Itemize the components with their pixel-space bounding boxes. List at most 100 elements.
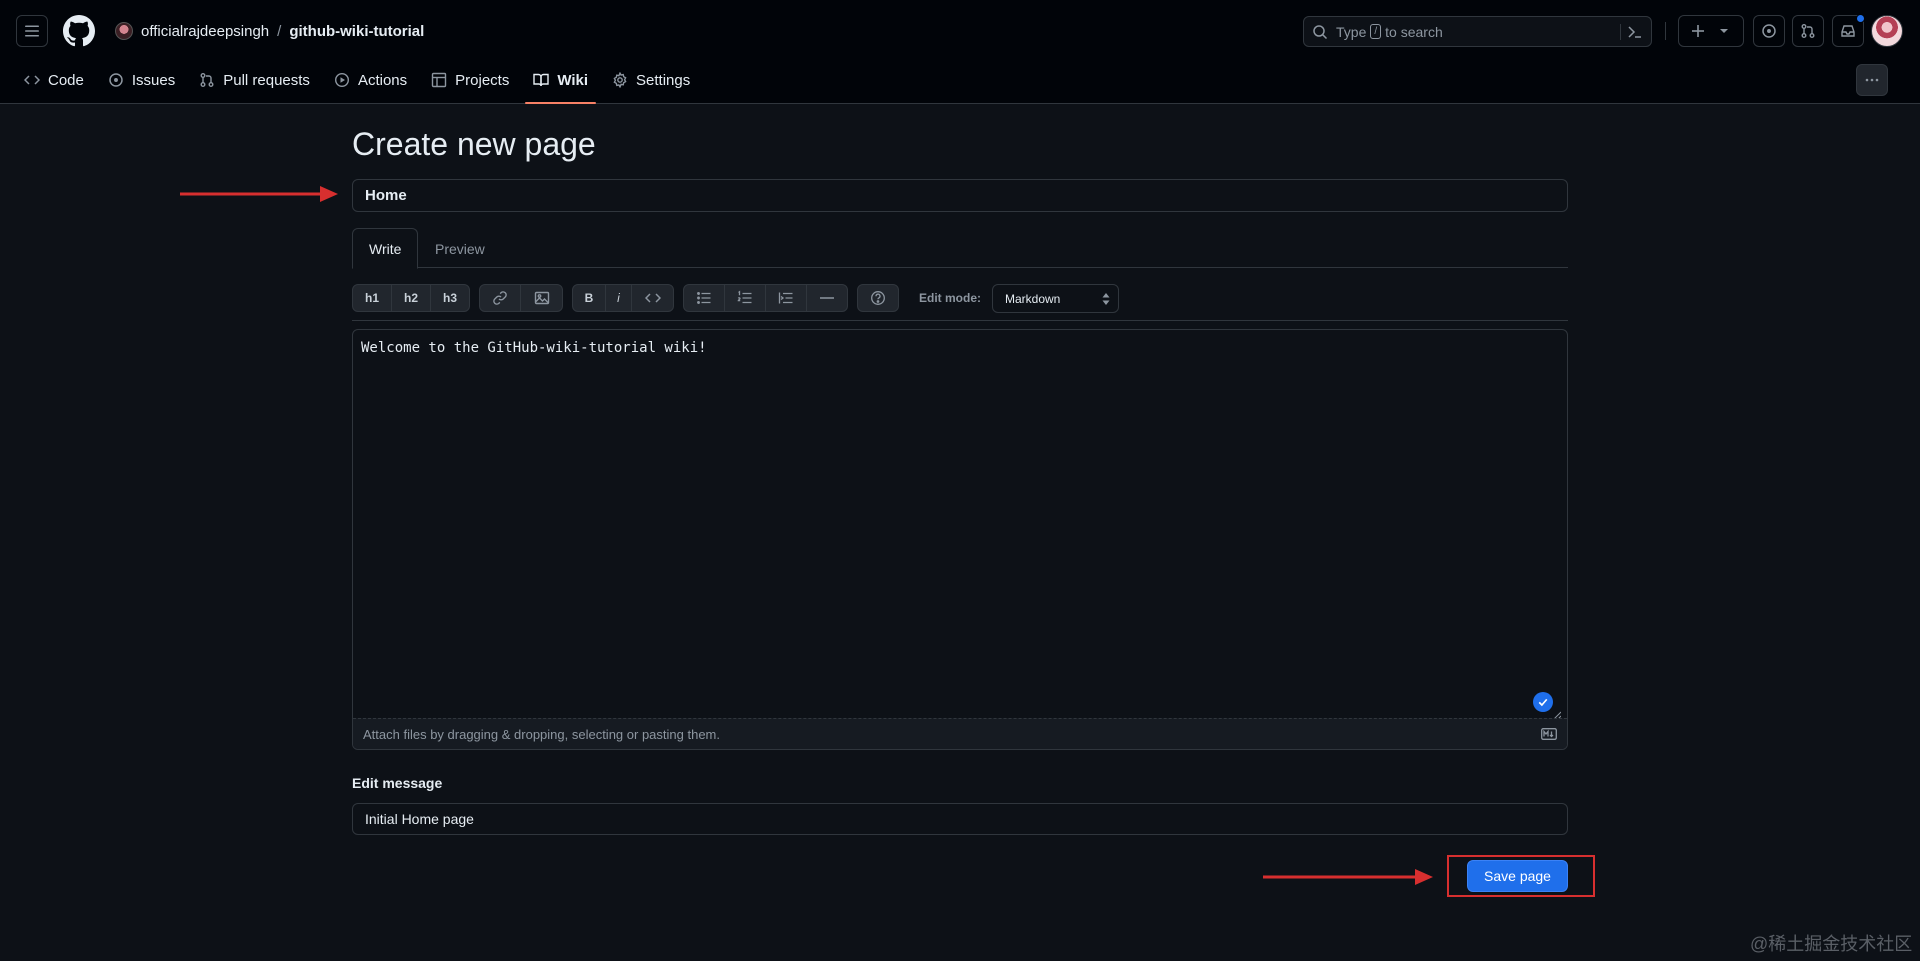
code-button[interactable] [632,285,673,311]
editor-area[interactable]: Welcome to the GitHub-wiki-tutorial wiki… [352,329,1568,750]
tab-wiki-label: Wiki [557,71,589,89]
tab-code-label: Code [48,71,84,89]
italic-button[interactable]: i [606,285,632,311]
link-button[interactable] [480,285,521,311]
ordered-list-button[interactable] [725,285,766,311]
table-icon [431,72,447,88]
horizontal-rule-icon [820,297,834,299]
attach-hint: Attach files by dragging & dropping, sel… [363,726,720,742]
your-issues-button[interactable] [1753,15,1785,47]
page-title-input[interactable] [352,179,1568,212]
tab-wiki[interactable]: Wiki [525,62,596,104]
markdown-icon[interactable] [1541,728,1557,740]
gear-icon [613,72,627,88]
menu-button[interactable] [16,15,48,47]
inbox-icon [1841,25,1855,37]
hamburger-icon [25,25,39,37]
pull-request-icon [1801,24,1815,38]
task-list-button[interactable] [766,285,807,311]
insert-group [479,284,563,312]
breadcrumb: officialrajdeepsingh / github-wiki-tutor… [115,20,424,42]
watermark: @稀土掘金技术社区 [1750,934,1913,954]
top-bar: officialrajdeepsingh / github-wiki-tutor… [0,0,1920,62]
user-avatar[interactable] [1871,15,1903,47]
h2-button[interactable]: h2 [392,285,431,311]
triangle-down-icon [1720,29,1728,33]
create-new-button[interactable] [1678,15,1744,47]
notification-indicator [1856,14,1865,23]
list-group [683,284,848,312]
tab-code[interactable]: Code [16,62,92,98]
book-icon [533,73,550,87]
image-icon [534,291,549,305]
heading-group: h1 h2 h3 [352,284,470,312]
github-logo-icon[interactable] [63,15,95,47]
page-title: Create new page [352,126,596,162]
save-page-button[interactable]: Save page [1467,860,1568,892]
edit-message-label: Edit message [352,775,443,791]
tab-projects[interactable]: Projects [423,62,517,98]
issue-icon [109,73,123,87]
unordered-list-button[interactable] [684,285,725,311]
search-input[interactable]: Type / to search [1303,16,1652,47]
issue-icon [1762,24,1776,38]
header-divider [1665,22,1666,40]
pull-request-icon [200,73,214,87]
code-icon [644,293,661,303]
breadcrumb-separator: / [277,22,282,40]
help-button[interactable] [858,285,898,311]
select-arrows-icon [1102,293,1110,305]
search-prefix: Type [1336,23,1367,40]
search-divider [1620,24,1621,40]
owner-avatar[interactable] [115,22,133,40]
tab-actions[interactable]: Actions [326,62,415,98]
toolbar-divider [352,320,1568,321]
edit-mode-label: Edit mode: [919,291,981,305]
format-group: B i [572,284,674,312]
h1-button[interactable]: h1 [353,285,392,311]
annotation-arrow-icon [180,186,338,202]
markdown-toolbar: h1 h2 h3 B i [352,284,908,312]
annotation-arrow-icon [1263,869,1433,885]
ordered-list-icon [737,290,752,304]
check-icon [1533,692,1553,712]
repo-nav: Code Issues Pull requests Actions Projec… [16,62,706,104]
kebab-horizontal-icon [1865,78,1879,82]
edit-mode-value: Markdown [1005,291,1061,306]
tab-write[interactable]: Write [352,228,419,269]
image-button[interactable] [521,285,562,311]
edit-message-input[interactable] [352,803,1568,835]
tab-settings[interactable]: Settings [604,62,698,98]
editor-textarea[interactable]: Welcome to the GitHub-wiki-tutorial wiki… [361,340,707,356]
indent-icon [778,292,793,304]
tab-projects-label: Projects [455,71,510,89]
h3-button[interactable]: h3 [431,285,469,311]
editor-tabs: Write Preview [352,228,1568,269]
link-icon [493,291,507,305]
play-icon [334,72,349,88]
bold-button[interactable]: B [573,285,606,311]
edit-mode-select[interactable]: Markdown [992,284,1119,313]
tab-issues[interactable]: Issues [100,62,183,98]
tab-actions-label: Actions [357,71,408,89]
your-pull-requests-button[interactable] [1792,15,1824,47]
question-icon [871,291,885,305]
search-icon [1313,24,1328,39]
tab-pull-requests[interactable]: Pull requests [191,62,318,98]
command-palette-icon[interactable] [1627,24,1643,40]
tab-preview[interactable]: Preview [419,228,501,269]
tab-settings-label: Settings [636,71,691,89]
repo-link[interactable]: github-wiki-tutorial [289,23,424,40]
search-suffix: to search [1385,23,1443,40]
code-icon [24,75,40,85]
owner-link[interactable]: officialrajdeepsingh [141,23,269,40]
help-group [857,284,899,312]
tab-pull-requests-label: Pull requests [223,71,310,89]
more-options-button[interactable] [1856,64,1888,96]
unordered-list-icon [697,292,711,304]
tab-issues-label: Issues [131,71,176,89]
horizontal-rule-button[interactable] [807,285,847,311]
search-slash-key: / [1370,24,1382,39]
plus-icon [1692,25,1704,37]
attach-files-bar[interactable]: Attach files by dragging & dropping, sel… [353,718,1567,749]
